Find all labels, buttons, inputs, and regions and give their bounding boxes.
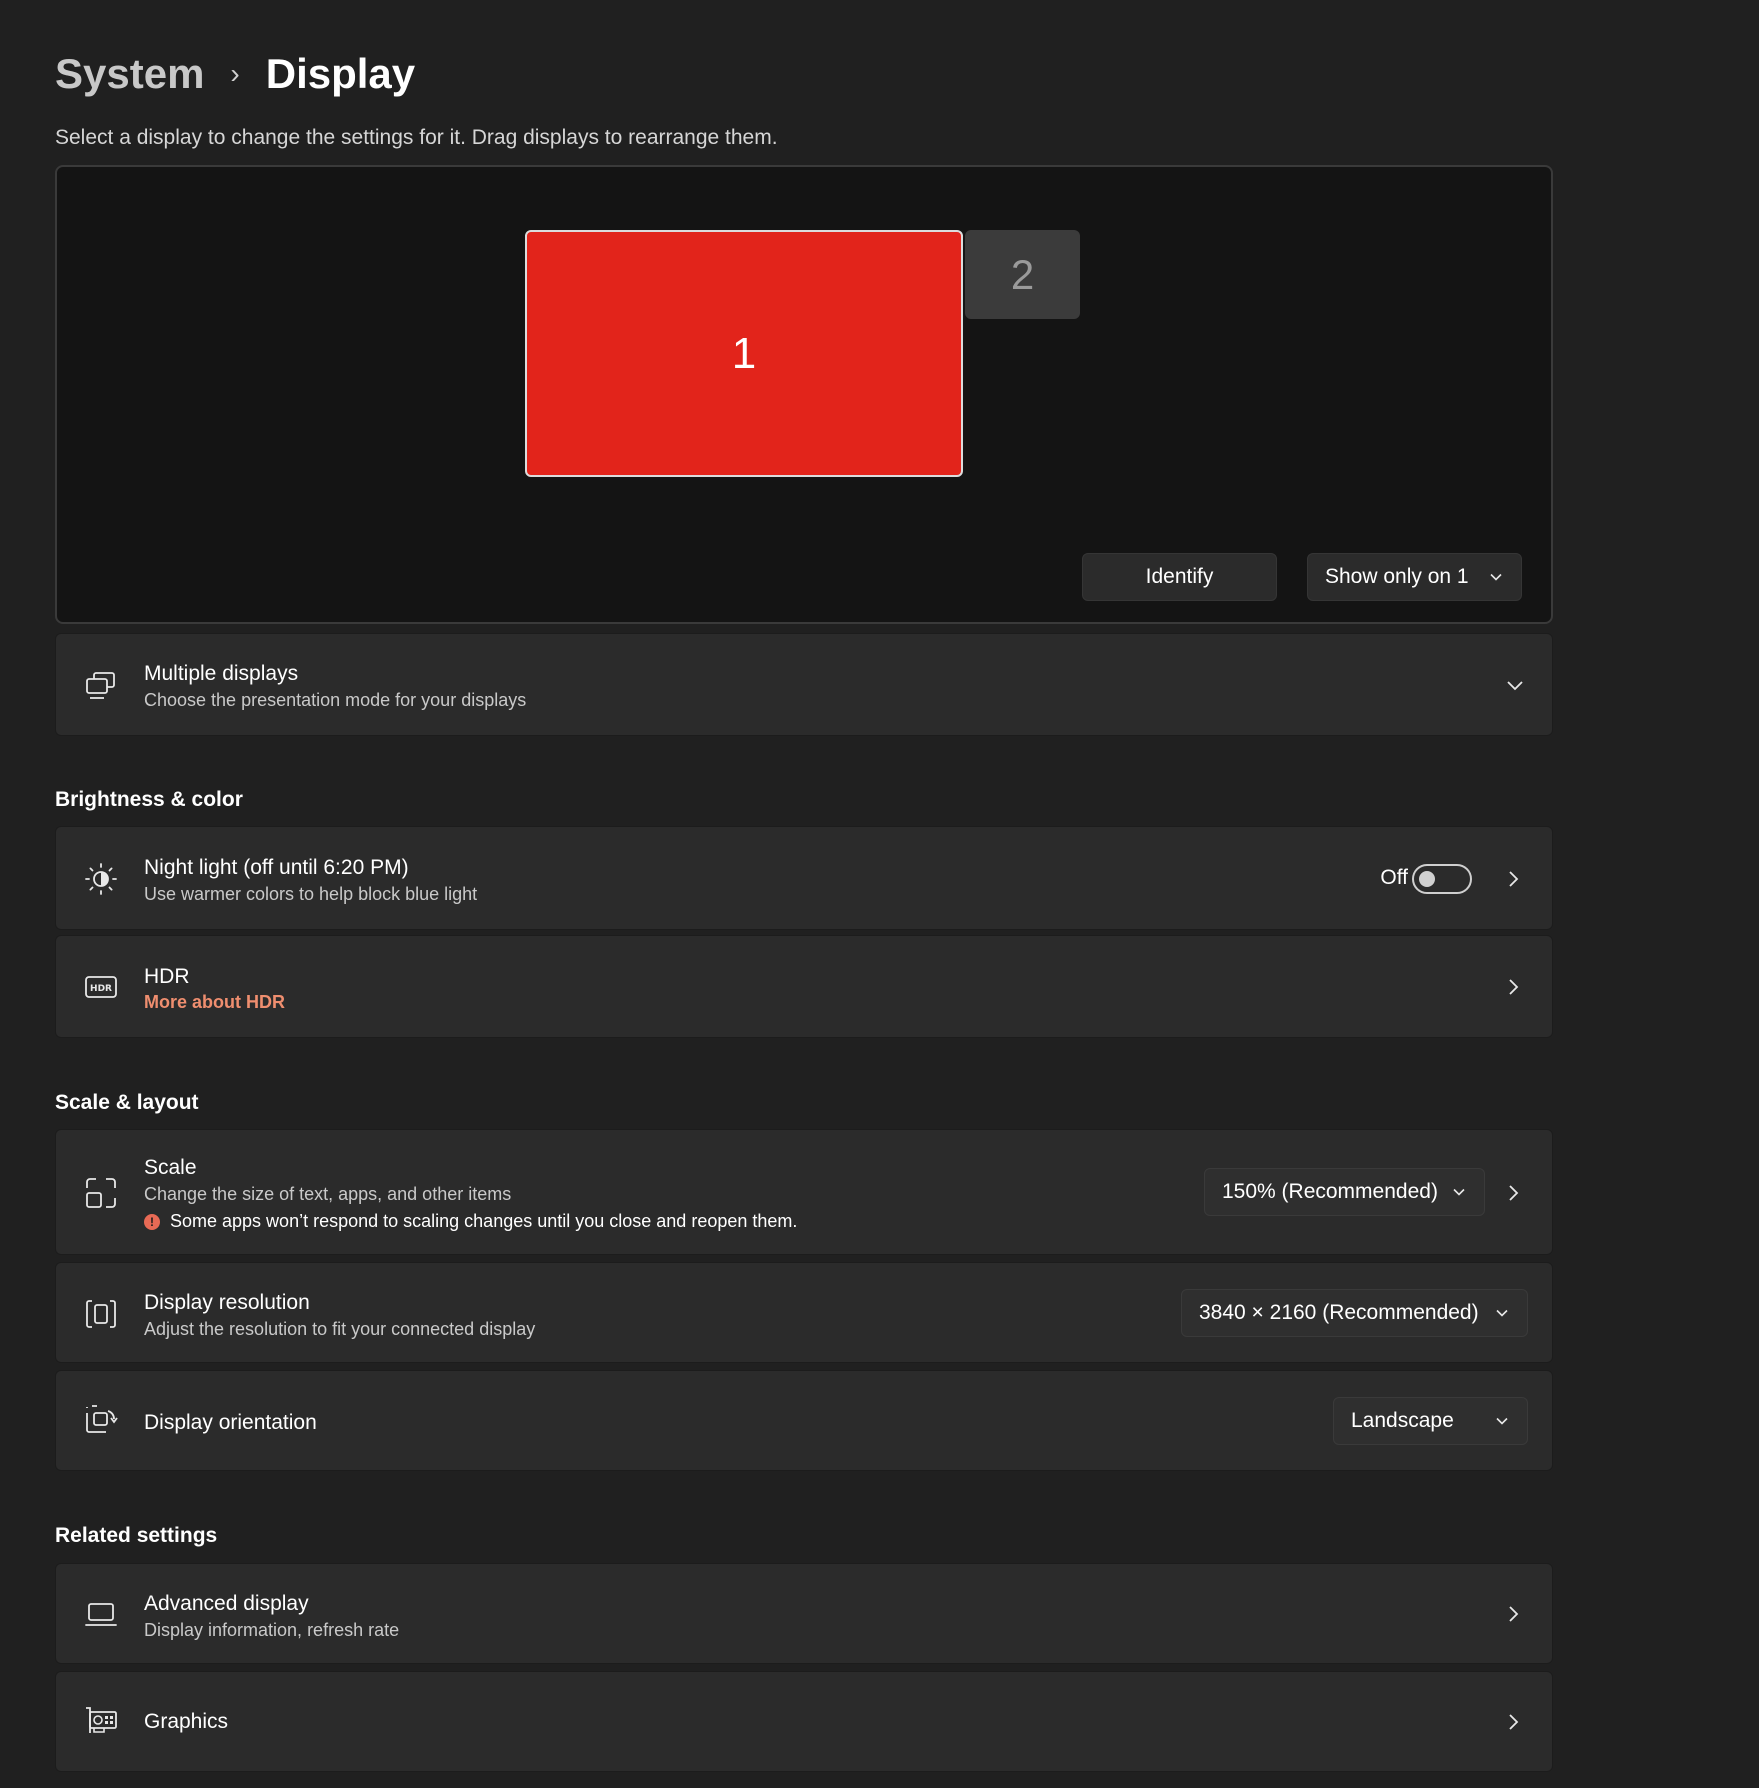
multiple-displays-title: Multiple displays [144,662,299,685]
orientation-dropdown[interactable]: Landscape [1333,1397,1528,1445]
advanced-display-subtitle: Display information, refresh rate [144,1620,400,1640]
multiple-displays-icon [86,672,115,699]
show-only-value: Show only on 1 [1325,565,1469,588]
night-light-row[interactable]: Night light (off until 6:20 PM) Use warm… [55,826,1553,930]
section-related-settings: Related settings [55,1524,218,1547]
graphics-card-icon [86,1707,117,1733]
chevron-right-icon [1509,871,1519,887]
scale-value: 150% (Recommended) [1222,1180,1438,1203]
advanced-display-title: Advanced display [144,1592,309,1615]
scale-dropdown[interactable]: 150% (Recommended) [1204,1168,1485,1216]
toggle-knob [1419,871,1435,887]
page-title: Display [265,50,416,97]
scale-title: Scale [144,1156,197,1179]
breadcrumb: System › Display [55,44,415,104]
chevron-down-icon [1507,681,1523,691]
graphics-row[interactable]: Graphics [55,1671,1553,1772]
resolution-value: 3840 × 2160 (Recommended) [1199,1301,1479,1324]
chevron-down-icon [1490,573,1502,581]
resolution-title: Display resolution [144,1291,310,1314]
breadcrumb-separator: › [230,58,240,89]
scale-icon [86,1178,116,1208]
scale-subtitle: Change the size of text, apps, and other… [144,1184,512,1204]
night-light-state-label: Off [1380,866,1408,889]
multiple-displays-subtitle: Choose the presentation mode for your di… [144,690,527,710]
resolution-icon [86,1300,116,1328]
show-only-dropdown[interactable]: Show only on 1 [1307,553,1522,601]
night-light-title: Night light (off until 6:20 PM) [144,856,409,879]
multiple-displays-row[interactable]: Multiple displays Choose the presentatio… [55,633,1553,736]
hdr-row[interactable]: HDR HDR More about HDR [55,935,1553,1038]
chevron-right-icon [1509,1185,1519,1201]
more-about-hdr-link[interactable]: More about HDR [144,992,285,1013]
scale-row[interactable]: Scale Change the size of text, apps, and… [55,1129,1553,1255]
chevron-down-icon [1453,1188,1465,1196]
brightness-icon [85,863,117,895]
section-brightness-color: Brightness & color [55,788,243,811]
orientation-title: Display orientation [144,1411,317,1434]
resolution-subtitle: Adjust the resolution to fit your connec… [144,1319,536,1339]
resolution-dropdown[interactable]: 3840 × 2160 (Recommended) [1181,1289,1528,1337]
warning-icon: ! [144,1214,160,1230]
svg-text:HDR: HDR [90,984,112,994]
breadcrumb-system-link[interactable]: System [55,50,204,98]
monitor-1[interactable]: 1 [525,230,963,477]
section-scale-layout: Scale & layout [55,1091,199,1114]
chevron-right-icon [1509,1714,1519,1730]
night-light-toggle[interactable] [1412,864,1472,894]
chevron-down-icon [1496,1309,1508,1317]
arrangement-instruction: Select a display to change the settings … [55,126,778,149]
hdr-title: HDR [144,965,190,988]
laptop-icon [85,1603,117,1626]
display-orientation-row: Display orientation Landscape [55,1370,1553,1471]
monitor-2[interactable]: 2 [965,230,1080,319]
orientation-value: Landscape [1351,1409,1454,1432]
chevron-right-icon [1509,1606,1519,1622]
advanced-display-row[interactable]: Advanced display Display information, re… [55,1563,1553,1664]
scale-warning-text: Some apps won’t respond to scaling chang… [170,1211,798,1231]
identify-button[interactable]: Identify [1082,553,1277,601]
chevron-right-icon [1509,979,1519,995]
hdr-icon: HDR [85,976,117,998]
night-light-subtitle: Use warmer colors to help block blue lig… [144,884,478,904]
graphics-title: Graphics [144,1710,229,1733]
chevron-down-icon [1496,1417,1508,1425]
orientation-icon [86,1405,118,1433]
display-resolution-row: Display resolution Adjust the resolution… [55,1262,1553,1363]
